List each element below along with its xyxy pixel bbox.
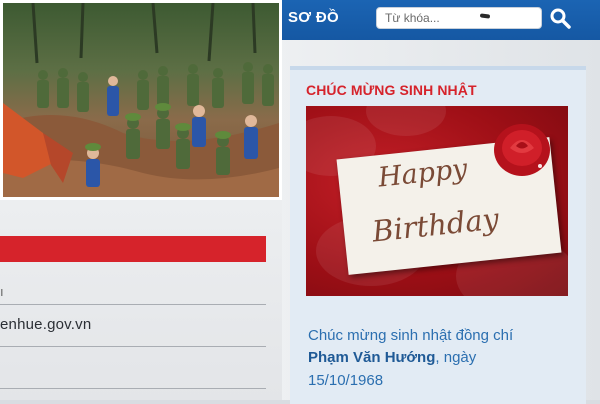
search-icon: [550, 8, 571, 29]
divider-line: [0, 304, 266, 305]
search-button[interactable]: [548, 6, 572, 30]
red-header-bar: [0, 236, 266, 262]
rescue-photo: [3, 3, 279, 197]
person-name-link[interactable]: Phạm Văn Hướng: [308, 349, 435, 366]
nav-item-so-do[interactable]: SƠ ĐỒ: [288, 9, 339, 26]
site-url-link[interactable]: enhue.gov.vn: [0, 316, 91, 333]
search-box: [376, 7, 542, 29]
birthday-person-line: Phạm Văn Hướng, ngày: [308, 349, 476, 366]
search-input[interactable]: [385, 10, 535, 26]
left-text-fragment: ı: [0, 284, 4, 299]
birthday-message: Chúc mừng sinh nhật đồng chí: [308, 327, 514, 344]
message-suffix: , ngày: [435, 349, 477, 366]
birth-date: 15/10/1968: [308, 372, 384, 389]
divider-line: [0, 388, 266, 389]
widget-title: CHÚC MỪNG SINH NHẬT: [306, 82, 477, 98]
rose-image: [494, 124, 550, 176]
left-page-content: [0, 200, 282, 400]
photo-frame: [0, 0, 282, 200]
divider-line: [0, 346, 266, 347]
